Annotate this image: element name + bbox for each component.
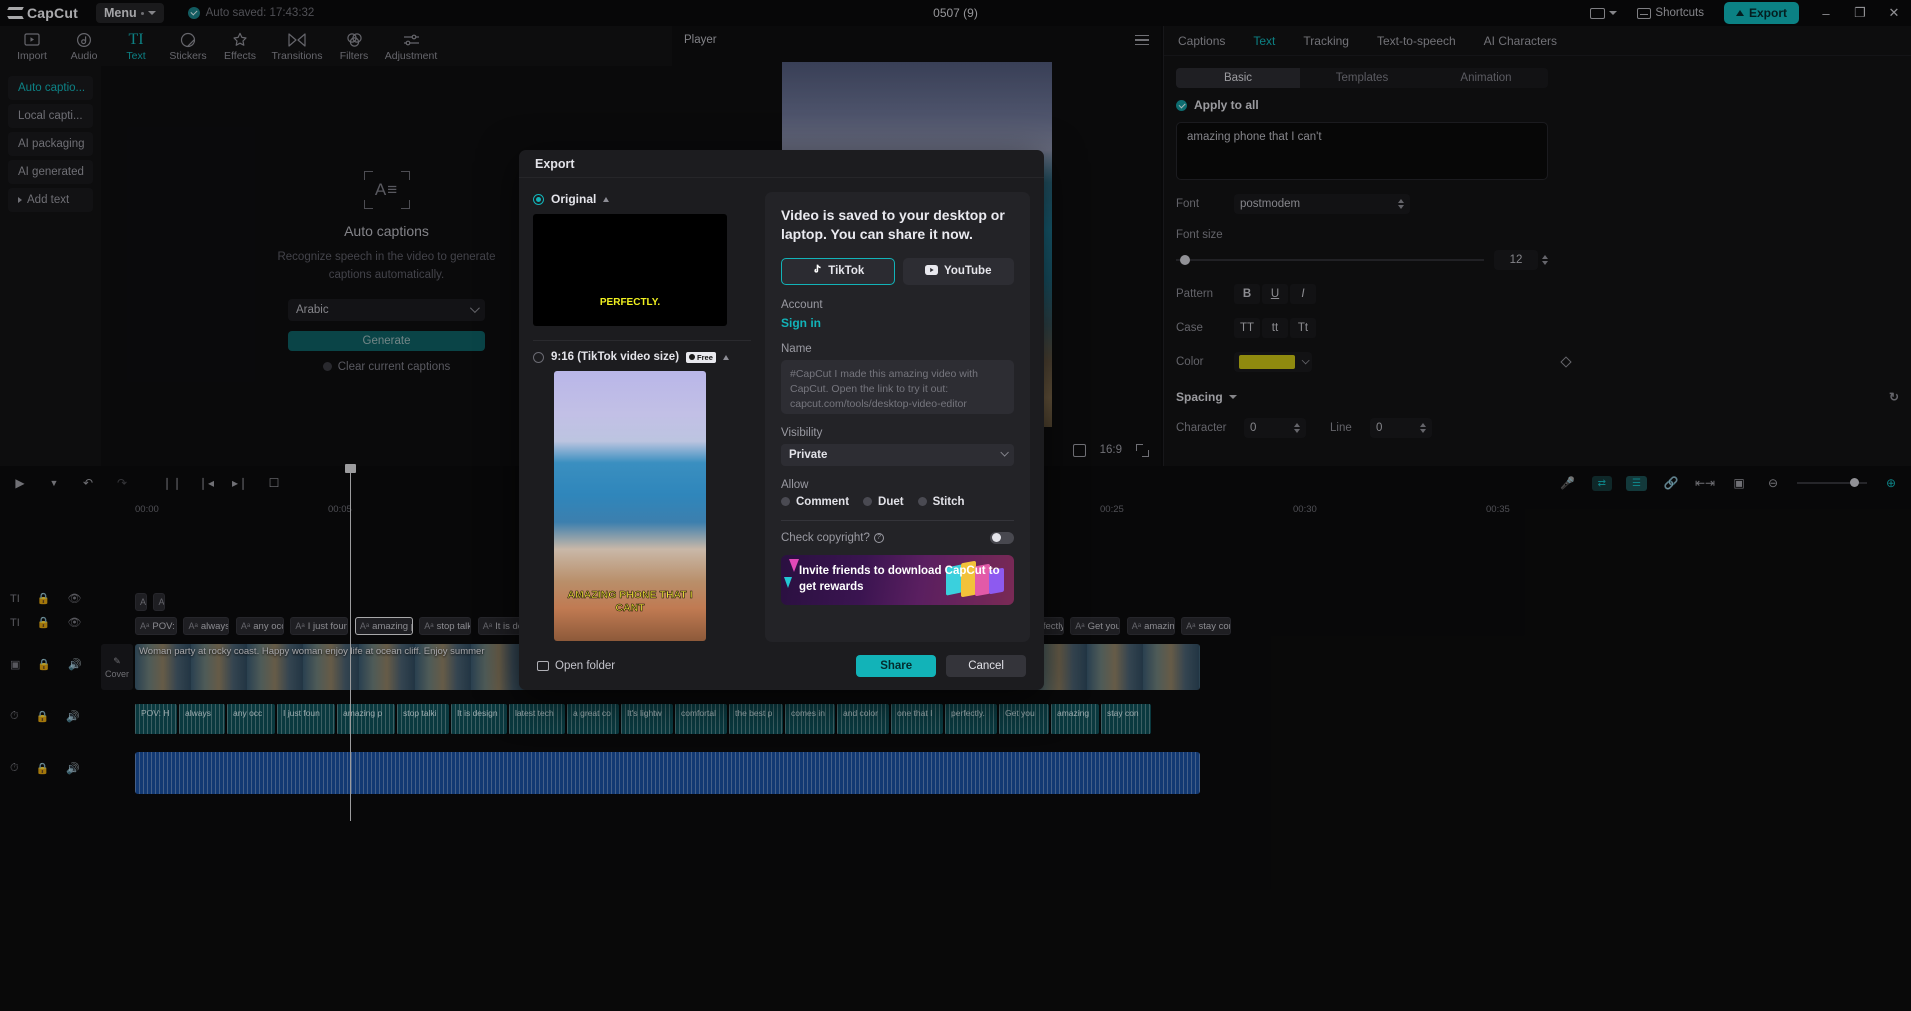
allow-option-label: Duet bbox=[878, 496, 904, 508]
platform-youtube[interactable]: YouTube bbox=[903, 258, 1015, 285]
caption-line-1: AMAZING PHONE THAT I bbox=[554, 589, 706, 602]
capcut-window: CapCut Menu Auto saved: 17:43:32 0507 (9… bbox=[0, 0, 1911, 1011]
checkbox-icon bbox=[781, 497, 790, 506]
chevron-up-icon[interactable] bbox=[603, 197, 609, 202]
copyright-label: Check copyright? bbox=[781, 532, 870, 544]
allow-options: Comment Duet Stitch bbox=[781, 496, 1014, 508]
radio-selected-icon bbox=[533, 194, 544, 205]
copyright-toggle[interactable] bbox=[990, 532, 1014, 544]
youtube-icon bbox=[925, 265, 938, 278]
divider bbox=[533, 340, 751, 341]
folder-icon bbox=[537, 661, 549, 671]
invite-text: Invite friends to download CapCut to get… bbox=[799, 564, 1014, 595]
export-dialog-footer: Open folder Share Cancel bbox=[519, 642, 1044, 690]
allow-option-label: Stitch bbox=[933, 496, 965, 508]
open-folder-label: Open folder bbox=[555, 660, 615, 672]
share-button[interactable]: Share bbox=[856, 655, 936, 677]
visibility-label: Visibility bbox=[781, 427, 1014, 439]
name-label: Name bbox=[781, 343, 1014, 355]
thumbnail-caption: AMAZING PHONE THAT I CANT bbox=[554, 589, 706, 615]
checkbox-icon bbox=[863, 497, 872, 506]
platform-label: YouTube bbox=[944, 265, 991, 277]
allow-stitch-checkbox[interactable]: Stitch bbox=[918, 496, 965, 508]
chevron-up-icon[interactable] bbox=[723, 355, 729, 360]
divider bbox=[781, 520, 1014, 521]
invite-banner[interactable]: Invite friends to download CapCut to get… bbox=[781, 555, 1014, 605]
footer-buttons: Share Cancel bbox=[856, 655, 1026, 677]
export-dialog-body: Original PERFECTLY. 9:16 (TikTok video s… bbox=[519, 178, 1044, 642]
export-preview-column: Original PERFECTLY. 9:16 (TikTok video s… bbox=[533, 192, 751, 642]
radio-unselected-icon bbox=[533, 352, 544, 363]
free-badge: Free bbox=[686, 352, 716, 363]
thumbnail-caption: PERFECTLY. bbox=[533, 297, 727, 308]
copyright-label-wrap: Check copyright? ? bbox=[781, 532, 884, 544]
clock-icon bbox=[689, 354, 695, 360]
original-option[interactable]: Original bbox=[533, 192, 751, 206]
info-icon: ? bbox=[874, 533, 884, 543]
tiktok-thumbnail: AMAZING PHONE THAT I CANT bbox=[554, 371, 706, 641]
free-label: Free bbox=[697, 353, 713, 362]
caption-line-2: CANT bbox=[554, 602, 706, 615]
allow-comment-checkbox[interactable]: Comment bbox=[781, 496, 849, 508]
sign-in-link[interactable]: Sign in bbox=[781, 316, 1014, 330]
open-folder-button[interactable]: Open folder bbox=[537, 660, 615, 672]
export-dialog-title: Export bbox=[519, 150, 1044, 178]
allow-option-label: Comment bbox=[796, 496, 849, 508]
platform-tiktok[interactable]: TikTok bbox=[781, 258, 895, 285]
cancel-button[interactable]: Cancel bbox=[946, 655, 1026, 677]
tiktok-size-option[interactable]: 9:16 (TikTok video size) Free bbox=[533, 351, 751, 363]
copyright-row: Check copyright? ? bbox=[781, 532, 1014, 544]
marker-teal-icon bbox=[784, 577, 792, 588]
tiktok-size-label: 9:16 (TikTok video size) bbox=[551, 351, 679, 363]
visibility-value: Private bbox=[789, 449, 827, 461]
share-panel: Video is saved to your desktop or laptop… bbox=[765, 192, 1030, 642]
share-title: Video is saved to your desktop or laptop… bbox=[781, 206, 1014, 244]
allow-label: Allow bbox=[781, 479, 1014, 491]
chevron-down-icon bbox=[1000, 448, 1008, 456]
platform-label: TikTok bbox=[828, 265, 864, 277]
visibility-select[interactable]: Private bbox=[781, 444, 1014, 466]
marker-pink-icon bbox=[789, 559, 799, 572]
account-label: Account bbox=[781, 299, 1014, 311]
original-label: Original bbox=[551, 192, 596, 206]
name-input[interactable]: #CapCut I made this amazing video with C… bbox=[781, 360, 1014, 414]
platform-tabs: TikTok YouTube bbox=[781, 258, 1014, 285]
tiktok-icon bbox=[811, 264, 822, 279]
export-dialog: Export Original PERFECTLY. 9:16 (TikTok … bbox=[519, 150, 1044, 690]
checkbox-icon bbox=[918, 497, 927, 506]
allow-duet-checkbox[interactable]: Duet bbox=[863, 496, 904, 508]
original-thumbnail: PERFECTLY. bbox=[533, 214, 727, 326]
